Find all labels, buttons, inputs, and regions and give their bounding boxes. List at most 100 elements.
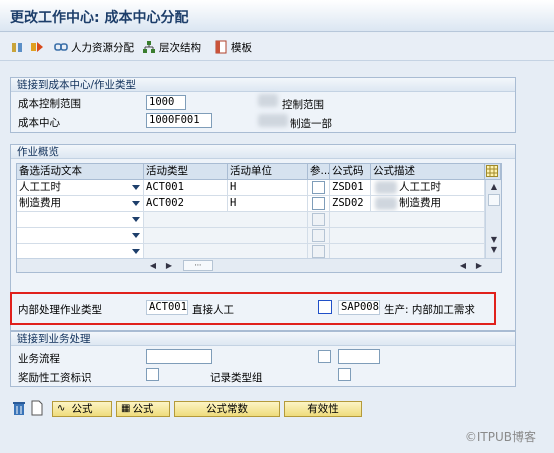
business-process-field-2[interactable] xyxy=(338,349,380,364)
validity-label: 有效性 xyxy=(307,403,339,415)
ref-checkbox xyxy=(312,213,325,226)
dropdown-icon[interactable] xyxy=(132,249,140,254)
redacted-text xyxy=(258,114,288,127)
hr-assignment-label: 人力资源分配 xyxy=(71,41,134,54)
table-row[interactable] xyxy=(17,212,144,228)
application-toolbar: 人力资源分配 层次结构 模板 xyxy=(0,33,554,61)
document-icon xyxy=(30,400,44,419)
trash-icon xyxy=(12,402,26,419)
grid-settings-icon xyxy=(486,165,498,179)
empty-cell xyxy=(144,228,308,244)
dropdown-icon[interactable] xyxy=(132,217,140,222)
ref-checkbox[interactable] xyxy=(312,181,325,194)
cost-center-desc: 制造一部 xyxy=(290,118,332,130)
activity-unit-cell[interactable]: H xyxy=(228,196,308,212)
new-entry-button[interactable] xyxy=(30,400,44,416)
scroll-bottom-icon[interactable]: ▼ xyxy=(488,244,500,256)
empty-cell xyxy=(144,212,308,228)
col-header-type[interactable]: 活动类型 xyxy=(144,164,228,180)
row-text: 人工工时 xyxy=(19,181,61,193)
group-title: 链接到业务处理 xyxy=(11,332,515,346)
scroll-left-icon[interactable]: ◀ xyxy=(457,260,469,272)
ref-checkbox xyxy=(312,245,325,258)
col-header-formula[interactable]: 公式码 xyxy=(330,164,371,180)
formula-button-2[interactable]: ▦ 公式 xyxy=(116,401,170,417)
empty-cell xyxy=(330,228,485,244)
ref-checkbox[interactable] xyxy=(312,197,325,210)
business-process-checkbox[interactable] xyxy=(318,350,331,363)
incentive-wage-checkbox[interactable] xyxy=(146,368,159,381)
formula-desc-text: 制造费用 xyxy=(399,197,441,209)
scroll-right-icon[interactable]: ▶ xyxy=(473,260,485,272)
controlling-area-desc: 控制范围 xyxy=(282,99,324,111)
activity-type-cell[interactable]: ACT002 xyxy=(144,196,228,212)
group-title: 链接到成本中心/作业类型 xyxy=(11,78,515,92)
redacted-text xyxy=(258,94,278,107)
formula-desc-cell: 制造费用 xyxy=(371,196,485,212)
highlight-box xyxy=(10,292,496,325)
watermark: ©ITPUB博客 xyxy=(464,430,536,444)
template-button[interactable]: 模板 xyxy=(214,37,252,57)
dropdown-icon[interactable] xyxy=(132,233,140,238)
hierarchy-label: 层次结构 xyxy=(159,41,201,54)
template-icon xyxy=(214,40,228,54)
formula-desc-cell: 人工工时 xyxy=(371,180,485,196)
window-title: 更改工作中心: 成本中心分配 xyxy=(10,10,189,26)
transfer-icon xyxy=(30,40,44,54)
group-title: 作业概览 xyxy=(11,145,515,159)
scroll-thumb[interactable]: ⋯ xyxy=(183,260,213,271)
formula-constants-label: 公式常数 xyxy=(206,403,248,415)
cost-center-label: 成本中心 xyxy=(18,117,60,129)
scroll-left-icon[interactable]: ◀ xyxy=(147,260,159,272)
horizontal-scrollbar[interactable]: ◀ ▶ ⋯ ◀ ▶ xyxy=(17,258,501,272)
validity-button[interactable]: 有效性 xyxy=(284,401,362,417)
formula-button-1-label: 公式 xyxy=(71,403,93,415)
ref-cell xyxy=(308,212,330,228)
business-process-field[interactable] xyxy=(146,349,212,364)
ref-checkbox xyxy=(312,229,325,242)
col-header-formula-desc[interactable]: 公式描述 xyxy=(371,164,485,180)
title-bar: 更改工作中心: 成本中心分配 xyxy=(0,0,554,32)
dropdown-icon[interactable] xyxy=(132,201,140,206)
col-header-text[interactable]: 备选活动文本 xyxy=(17,164,144,180)
hierarchy-icon xyxy=(142,40,156,54)
formula-icon: ∿ xyxy=(57,403,66,414)
formula-button-2-label: 公式 xyxy=(132,403,154,415)
link-icon xyxy=(54,40,68,54)
formula-cell[interactable]: ZSD02 xyxy=(330,196,371,212)
table-row[interactable] xyxy=(17,228,144,244)
empty-cell xyxy=(330,212,485,228)
vertical-scrollbar[interactable]: ▲ ▼ ▼ xyxy=(485,180,501,258)
formula-button-1[interactable]: ∿ 公式 xyxy=(52,401,112,417)
scroll-right-icon[interactable]: ▶ xyxy=(163,260,175,272)
scroll-thumb[interactable] xyxy=(488,194,500,206)
hr-assignment-button[interactable]: 人力资源分配 xyxy=(54,37,134,57)
scroll-up-icon[interactable]: ▲ xyxy=(488,181,500,193)
incentive-wage-label: 奖励性工资标识 xyxy=(18,372,92,384)
activity-unit-cell[interactable]: H xyxy=(228,180,308,196)
delete-button[interactable] xyxy=(12,400,26,416)
col-header-unit[interactable]: 活动单位 xyxy=(228,164,308,180)
column-settings-button[interactable] xyxy=(485,164,501,180)
col-header-ref[interactable]: 参... xyxy=(308,164,330,180)
formula-constants-button[interactable]: 公式常数 xyxy=(174,401,280,417)
hierarchy-button[interactable]: 层次结构 xyxy=(142,37,201,57)
table-row[interactable]: 人工工时 xyxy=(17,180,144,196)
activity-type-cell[interactable]: ACT001 xyxy=(144,180,228,196)
controlling-area-label: 成本控制范围 xyxy=(18,98,81,110)
ref-cell xyxy=(308,180,330,196)
row-text: 制造费用 xyxy=(19,197,61,209)
cost-center-field[interactable]: 1000F001 xyxy=(146,113,212,128)
toolbar-button-1[interactable] xyxy=(10,37,24,57)
toolbar-button-2[interactable] xyxy=(30,37,44,57)
record-type-checkbox[interactable] xyxy=(338,368,351,381)
table-row[interactable]: 制造费用 xyxy=(17,196,144,212)
dropdown-icon[interactable] xyxy=(132,185,140,190)
settings-icon xyxy=(10,40,24,54)
formula-icon: ▦ xyxy=(121,403,131,414)
ref-cell xyxy=(308,228,330,244)
formula-desc-text: 人工工时 xyxy=(399,181,441,193)
controlling-area-field[interactable]: 1000 xyxy=(146,95,186,110)
template-label: 模板 xyxy=(231,41,252,54)
formula-cell[interactable]: ZSD01 xyxy=(330,180,371,196)
